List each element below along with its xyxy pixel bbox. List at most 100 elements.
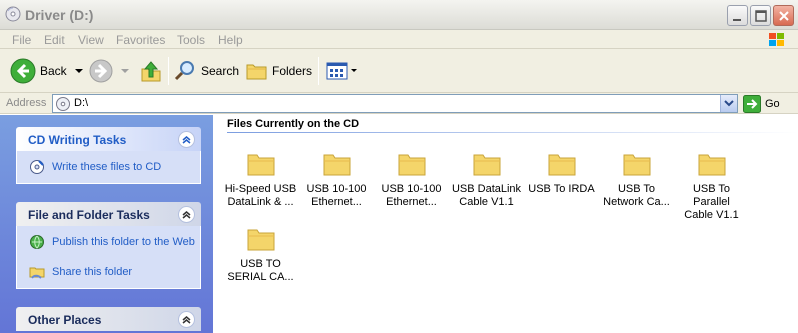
search-label: Search — [201, 64, 240, 78]
address-input[interactable]: D:\ — [52, 94, 738, 113]
toolbar-separator — [168, 57, 169, 85]
folder-icon — [473, 154, 500, 176]
title-bar: Driver (D:) — [0, 0, 798, 30]
folder-icon — [623, 154, 650, 176]
toolbar-separator — [318, 57, 319, 85]
forward-button[interactable] — [89, 55, 131, 87]
folder-label-line2: Ethernet... — [386, 196, 437, 208]
forward-arrow-icon — [89, 59, 113, 83]
collapse-chevron-icon[interactable] — [178, 206, 195, 223]
panel-title: File and Folder Tasks — [28, 208, 150, 222]
minimize-button[interactable] — [727, 5, 748, 26]
cd-drive-icon — [56, 97, 70, 111]
collapse-chevron-icon[interactable] — [178, 311, 195, 328]
folder-icon — [247, 229, 274, 251]
search-button[interactable]: Search — [173, 55, 239, 87]
folder-label-line2: SERIAL CA... — [227, 271, 294, 283]
folder-item[interactable]: USB DataLink Cable V1.1 — [449, 151, 524, 209]
task-pane: CD Writing Tasks Write these files to CD… — [0, 115, 213, 333]
group-title: Files Currently on the CD — [227, 118, 360, 130]
folder-label-line1: USB To — [617, 183, 656, 195]
folder-item[interactable]: Hi-Speed USB DataLink & ... — [223, 151, 298, 209]
folder-icon — [247, 154, 274, 176]
folder-label-line2: Ethernet... — [311, 196, 362, 208]
maximize-icon — [755, 10, 767, 22]
folder-label-line1: USB 10-100 — [306, 183, 367, 195]
folder-item[interactable]: USB 10-100 Ethernet... — [374, 151, 449, 209]
toolbar: Back Search Folders — [0, 49, 798, 93]
views-button[interactable] — [326, 55, 358, 87]
folder-label-line1: USB DataLink — [451, 183, 522, 195]
back-arrow-icon — [10, 58, 36, 84]
go-label: Go — [765, 97, 780, 110]
share-folder-icon — [29, 267, 45, 279]
task-label: Share this folder — [52, 266, 133, 278]
menu-file[interactable]: File — [12, 33, 31, 47]
panel-header[interactable]: File and Folder Tasks — [16, 202, 201, 226]
folder-item[interactable]: USB To Parallel Cable V1.1 — [674, 151, 749, 222]
minimize-icon — [733, 19, 741, 21]
panel-title: CD Writing Tasks — [28, 133, 127, 147]
folders-label: Folders — [272, 64, 313, 78]
folder-icon — [698, 154, 725, 176]
close-icon — [779, 11, 789, 21]
address-label: Address — [6, 97, 47, 109]
folder-icon — [548, 154, 575, 176]
chevron-down-icon — [724, 100, 734, 107]
panel-body: Publish this folder to the Web Share thi… — [16, 226, 201, 289]
folder-label-line2: Cable V1.1 — [459, 196, 514, 208]
menu-favorites[interactable]: Favorites — [116, 33, 165, 47]
collapse-chevron-icon[interactable] — [178, 131, 195, 148]
folder-label-line2: Network Ca... — [603, 196, 670, 208]
up-folder-icon — [141, 61, 161, 82]
panel-header[interactable]: CD Writing Tasks — [16, 127, 201, 151]
group-divider — [227, 132, 798, 133]
windows-logo-icon — [769, 33, 784, 46]
window-title: Driver (D:) — [25, 7, 94, 23]
task-publish-folder-to-web[interactable]: Publish this folder to the Web — [17, 234, 200, 262]
menu-help[interactable]: Help — [218, 33, 243, 47]
task-label: Publish this folder to the Web — [52, 236, 195, 248]
menu-edit[interactable]: Edit — [44, 33, 65, 47]
folder-label-line2: Cable V1.1 — [684, 209, 739, 221]
cd-write-icon — [30, 160, 44, 174]
folder-item[interactable]: USB To Network Ca... — [599, 151, 674, 209]
address-value: D:\ — [74, 97, 89, 109]
task-share-folder[interactable]: Share this folder — [17, 264, 200, 280]
back-button[interactable]: Back — [10, 55, 85, 87]
back-label: Back — [40, 64, 67, 78]
folder-item[interactable]: USB To IRDA — [524, 151, 599, 196]
folder-label-line1: USB TO — [240, 258, 281, 270]
folder-label-line1: USB To Parallel — [692, 183, 731, 208]
panel-header[interactable]: Other Places — [16, 307, 201, 331]
chevron-down-icon[interactable] — [350, 66, 358, 76]
folder-icon — [398, 154, 425, 176]
go-button[interactable]: Go — [743, 94, 780, 113]
task-write-files-to-cd[interactable]: Write these files to CD — [17, 159, 200, 175]
chevron-down-icon[interactable] — [119, 66, 131, 76]
folders-button[interactable]: Folders — [246, 55, 312, 87]
panel-title: Other Places — [28, 313, 102, 327]
close-button[interactable] — [773, 5, 794, 26]
menu-view[interactable]: View — [78, 33, 104, 47]
folder-label-line2: DataLink & ... — [227, 196, 294, 208]
panel-other-places: Other Places — [16, 307, 201, 331]
address-bar: Address D:\ Go — [0, 93, 798, 114]
file-view[interactable]: Files Currently on the CD Hi-Speed USB D… — [213, 115, 798, 333]
panel-cd-writing-tasks: CD Writing Tasks Write these files to CD — [16, 127, 201, 184]
go-arrow-icon — [743, 94, 761, 113]
folders-icon — [246, 64, 267, 80]
up-folder-button[interactable] — [140, 55, 162, 87]
folder-item[interactable]: USB 10-100 Ethernet... — [299, 151, 374, 209]
chevron-down-icon[interactable] — [73, 66, 85, 76]
address-dropdown-button[interactable] — [720, 95, 737, 112]
folder-label-line1: USB To IRDA — [528, 183, 595, 195]
folder-label-line1: Hi-Speed USB — [224, 183, 297, 195]
publish-web-icon — [30, 235, 44, 249]
folder-item[interactable]: USB TO SERIAL CA... — [223, 226, 298, 284]
folder-icon — [323, 154, 350, 176]
search-icon — [174, 61, 194, 81]
task-label: Write these files to CD — [52, 161, 162, 173]
maximize-button[interactable] — [750, 5, 771, 26]
menu-tools[interactable]: Tools — [177, 33, 205, 47]
